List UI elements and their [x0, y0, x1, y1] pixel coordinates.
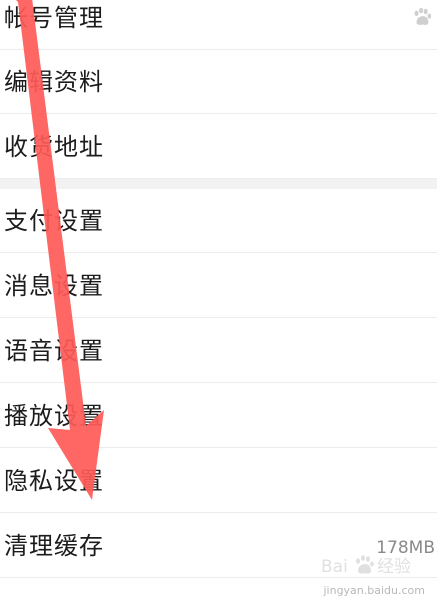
settings-item-voice[interactable]: 语音设置: [0, 319, 437, 383]
settings-item-label: 消息设置: [4, 271, 104, 300]
settings-item-label: 播放设置: [4, 401, 104, 430]
watermark-url: jingyan.baidu.com: [323, 584, 425, 597]
svg-text:经验: 经验: [377, 557, 411, 577]
settings-item-playback[interactable]: 播放设置: [0, 384, 437, 448]
section-separator: [0, 179, 437, 189]
settings-item-edit-profile[interactable]: 编辑资料: [0, 50, 437, 114]
baidu-watermark-logo: Bai 经验: [321, 555, 411, 577]
svg-text:Bai: Bai: [321, 557, 348, 577]
settings-list: 帐号管理 编辑资料 收货地址 支付设置 消息设置 语音设置 播放设置 隐私设置 …: [0, 0, 437, 600]
settings-item-shipping-address[interactable]: 收货地址: [0, 115, 437, 179]
settings-item-label: 帐号管理: [4, 3, 104, 32]
settings-item-label: 清理缓存: [4, 531, 104, 560]
settings-item-label: 编辑资料: [4, 67, 104, 96]
settings-item-label: 语音设置: [4, 336, 104, 365]
settings-item-account[interactable]: 帐号管理: [0, 0, 437, 50]
settings-item-notifications[interactable]: 消息设置: [0, 254, 437, 318]
settings-item-payment[interactable]: 支付设置: [0, 189, 437, 253]
settings-item-label: 收货地址: [4, 132, 104, 161]
baidu-paw-icon: [414, 7, 432, 25]
settings-item-label: 隐私设置: [4, 466, 104, 495]
settings-item-label: 支付设置: [4, 206, 104, 235]
settings-item-privacy[interactable]: 隐私设置: [0, 449, 437, 513]
